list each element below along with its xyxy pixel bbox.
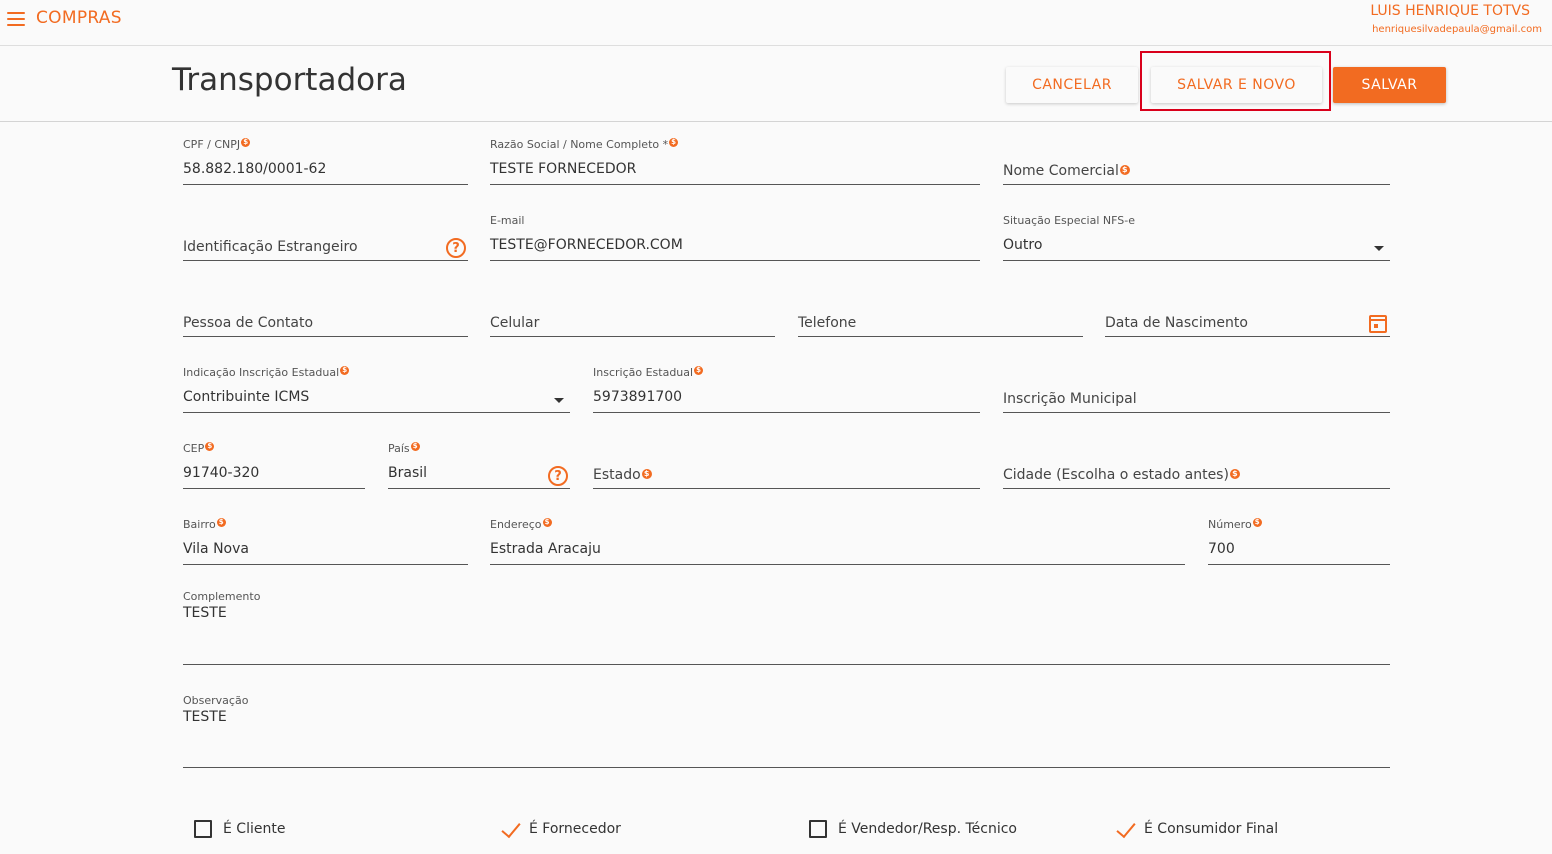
- inscricao-municipal-placeholder: Inscrição Municipal: [1003, 391, 1137, 407]
- estado-field[interactable]: Estado $: [593, 432, 980, 489]
- bairro-field[interactable]: Bairro $ Vila Nova: [183, 508, 468, 565]
- inscricao-estadual-label: Inscrição Estadual $: [593, 366, 704, 379]
- checkbox-label: É Consumidor Final: [1144, 821, 1279, 837]
- razao-social-label: Razão Social / Nome Completo * $: [490, 138, 679, 151]
- checkbox-unchecked-icon[interactable]: [809, 820, 827, 838]
- endereco-field[interactable]: Endereço $ Estrada Aracaju: [490, 508, 1185, 565]
- cancel-button[interactable]: CANCELAR: [1006, 67, 1138, 103]
- complemento-value: TESTE: [183, 605, 227, 621]
- numero-label: Número $: [1208, 518, 1262, 531]
- checkbox-label: É Vendedor/Resp. Técnico: [838, 821, 1017, 837]
- save-and-new-button[interactable]: SALVAR E NOVO: [1151, 67, 1322, 103]
- identificacao-estrangeiro-placeholder: Identificação Estrangeiro: [183, 239, 358, 255]
- telefone-placeholder: Telefone: [798, 315, 857, 331]
- pais-value: Brasil: [388, 465, 428, 481]
- required-icon: $: [1252, 518, 1262, 527]
- situacao-especial-select[interactable]: Situação Especial NFS-e Outro: [1003, 204, 1390, 261]
- checkbox-label: É Fornecedor: [529, 821, 621, 837]
- pais-label: País $: [388, 442, 420, 455]
- checkbox-cliente[interactable]: É Cliente: [194, 818, 285, 840]
- inscricao-estadual-value: 5973891700: [593, 389, 683, 405]
- telefone-field[interactable]: Telefone: [798, 280, 1083, 337]
- nome-comercial-field[interactable]: Nome Comercial $: [1003, 128, 1390, 185]
- save-button[interactable]: SALVAR: [1333, 67, 1446, 103]
- hamburger-menu-icon[interactable]: [7, 12, 25, 26]
- page-title: Transportadora: [172, 62, 407, 98]
- page-header: Transportadora CANCELAR SALVAR E NOVO SA…: [0, 46, 1552, 122]
- email-label: E-mail: [490, 214, 525, 227]
- celular-placeholder: Celular: [490, 315, 540, 331]
- help-icon[interactable]: ?: [548, 466, 568, 486]
- indicacao-ie-label: Indicação Inscrição Estadual $: [183, 366, 350, 379]
- required-icon: $: [542, 518, 552, 527]
- checkbox-consumidor-final[interactable]: É Consumidor Final: [1116, 818, 1278, 840]
- cpf-cnpj-value: 58.882.180/0001-62: [183, 161, 327, 177]
- razao-social-value: TESTE FORNECEDOR: [490, 161, 637, 177]
- numero-value: 700: [1208, 541, 1235, 557]
- complemento-textarea[interactable]: Complemento TESTE: [183, 590, 1390, 665]
- situacao-especial-value: Outro: [1003, 237, 1043, 253]
- app-title[interactable]: COMPRAS: [36, 8, 122, 28]
- checkbox-unchecked-icon[interactable]: [194, 820, 212, 838]
- required-icon: $: [694, 366, 704, 375]
- estado-placeholder: Estado $: [593, 467, 652, 483]
- complemento-label: Complemento: [183, 590, 261, 603]
- identificacao-estrangeiro-field[interactable]: Identificação Estrangeiro ?: [183, 204, 468, 261]
- required-icon: $: [1229, 469, 1240, 479]
- data-nascimento-field[interactable]: Data de Nascimento: [1105, 280, 1390, 337]
- pessoa-contato-field[interactable]: Pessoa de Contato: [183, 280, 468, 337]
- required-icon: $: [641, 469, 652, 479]
- top-bar: COMPRAS LUIS HENRIQUE TOTVS henriquesilv…: [0, 0, 1552, 46]
- dropdown-arrow-icon[interactable]: [554, 398, 564, 403]
- save-new-highlight: SALVAR E NOVO: [1140, 51, 1331, 111]
- observacao-label: Observação: [183, 694, 249, 707]
- required-icon: $: [241, 138, 251, 147]
- help-icon[interactable]: ?: [446, 238, 466, 258]
- bairro-label: Bairro $: [183, 518, 226, 531]
- checkbox-vendedor[interactable]: É Vendedor/Resp. Técnico: [809, 818, 1017, 840]
- inscricao-municipal-field[interactable]: Inscrição Municipal: [1003, 356, 1390, 413]
- observacao-value: TESTE: [183, 709, 227, 725]
- required-icon: $: [1119, 165, 1130, 175]
- required-icon: $: [410, 442, 420, 451]
- cep-field[interactable]: CEP $ 91740-320: [183, 432, 365, 489]
- cidade-placeholder: Cidade (Escolha o estado antes) $: [1003, 467, 1240, 483]
- razao-social-field[interactable]: Razão Social / Nome Completo * $ TESTE FO…: [490, 128, 980, 185]
- observacao-textarea[interactable]: Observação TESTE: [183, 694, 1390, 768]
- dropdown-arrow-icon[interactable]: [1374, 246, 1384, 251]
- user-name[interactable]: LUIS HENRIQUE TOTVS: [1370, 3, 1530, 19]
- pessoa-contato-placeholder: Pessoa de Contato: [183, 315, 314, 331]
- required-icon: $: [340, 366, 350, 375]
- checkbox-fornecedor[interactable]: É Fornecedor: [501, 818, 621, 840]
- endereco-label: Endereço $: [490, 518, 552, 531]
- required-icon: $: [216, 518, 226, 527]
- email-field[interactable]: E-mail TESTE@FORNECEDOR.COM: [490, 204, 980, 261]
- celular-field[interactable]: Celular: [490, 280, 775, 337]
- cep-label: CEP $: [183, 442, 215, 455]
- cpf-cnpj-label: CPF / CNPJ $: [183, 138, 251, 151]
- situacao-especial-label: Situação Especial NFS-e: [1003, 214, 1135, 227]
- cidade-field[interactable]: Cidade (Escolha o estado antes) $: [1003, 432, 1390, 489]
- email-value: TESTE@FORNECEDOR.COM: [490, 237, 683, 253]
- indicacao-ie-value: Contribuinte ICMS: [183, 389, 310, 405]
- checkbox-label: É Cliente: [223, 821, 286, 837]
- nome-comercial-placeholder: Nome Comercial $: [1003, 163, 1130, 179]
- pais-field[interactable]: País $ Brasil ?: [388, 432, 570, 489]
- numero-field[interactable]: Número $ 700: [1208, 508, 1390, 565]
- checkmark-icon[interactable]: [501, 818, 519, 840]
- cep-value: 91740-320: [183, 465, 260, 481]
- checkmark-icon[interactable]: [1116, 818, 1134, 840]
- required-icon: $: [669, 138, 679, 147]
- user-email: henriquesilvadepaula@gmail.com: [1372, 24, 1542, 35]
- bairro-value: Vila Nova: [183, 541, 249, 557]
- calendar-icon[interactable]: [1369, 315, 1387, 333]
- indicacao-ie-select[interactable]: Indicação Inscrição Estadual $ Contribuin…: [183, 356, 570, 413]
- inscricao-estadual-field[interactable]: Inscrição Estadual $ 5973891700: [593, 356, 980, 413]
- data-nascimento-placeholder: Data de Nascimento: [1105, 315, 1248, 331]
- endereco-value: Estrada Aracaju: [490, 541, 601, 557]
- required-icon: $: [205, 442, 215, 451]
- cpf-cnpj-field[interactable]: CPF / CNPJ $ 58.882.180/0001-62: [183, 128, 468, 185]
